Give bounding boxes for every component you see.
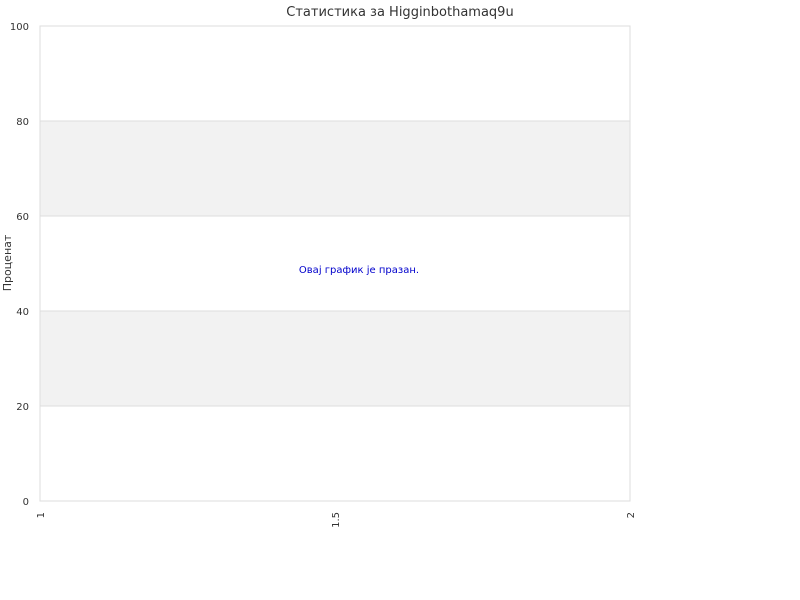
y-tick-label: 100 bbox=[10, 22, 29, 33]
plot-area-border bbox=[39, 25, 631, 502]
empty-chart-message: Овај график је празан. bbox=[299, 264, 419, 276]
x-tick-label: 2 bbox=[626, 512, 637, 518]
x-tick-label: 1.5 bbox=[331, 512, 342, 528]
y-tick-label: 0 bbox=[23, 497, 29, 508]
background-band bbox=[40, 311, 630, 406]
x-axis-ticks: 1 1.5 2 bbox=[36, 512, 637, 528]
y-tick-label: 20 bbox=[16, 402, 29, 413]
y-tick-label: 80 bbox=[16, 117, 29, 128]
background-bands bbox=[40, 121, 630, 406]
background-band bbox=[40, 121, 630, 216]
gridlines bbox=[40, 25, 630, 502]
x-tick-label: 1 bbox=[36, 512, 47, 518]
y-tick-label: 60 bbox=[16, 212, 29, 223]
y-axis-label: Проценат bbox=[1, 234, 14, 291]
y-tick-label: 40 bbox=[16, 307, 29, 318]
chart-svg: Статистика за Higginbothamaq9u Проценат … bbox=[1, 5, 637, 528]
chart-title: Статистика за Higginbothamaq9u bbox=[286, 5, 513, 20]
chart-container: Статистика за Higginbothamaq9u Проценат … bbox=[0, 0, 800, 600]
